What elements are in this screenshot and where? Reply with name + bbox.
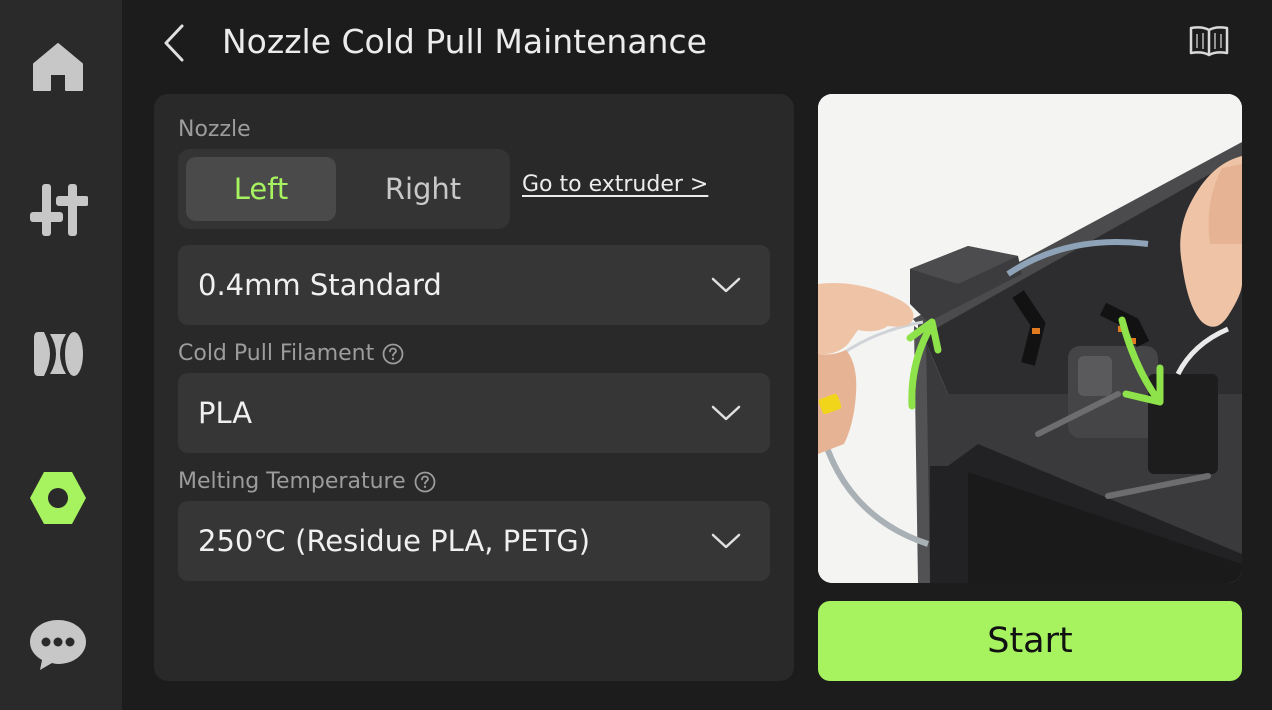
page-title: Nozzle Cold Pull Maintenance xyxy=(222,22,707,61)
nozzle-right-option[interactable]: Right xyxy=(344,157,502,221)
controls-icon xyxy=(30,184,88,236)
book-icon xyxy=(1189,26,1229,57)
melting-temperature-value: 250℃ (Residue PLA, PETG) xyxy=(198,524,591,558)
chevron-down-icon xyxy=(711,277,741,293)
nozzle-type-value: 0.4mm Standard xyxy=(198,268,442,302)
nozzle-left-option[interactable]: Left xyxy=(186,157,336,221)
cold-pull-filament-label: Cold Pull Filament xyxy=(178,340,404,368)
manual-button[interactable] xyxy=(1180,16,1238,66)
cold-pull-filament-value: PLA xyxy=(198,396,253,430)
chat-icon xyxy=(30,620,86,670)
back-button[interactable] xyxy=(150,18,198,68)
sidebar-item-messages[interactable] xyxy=(20,606,96,682)
nozzle-type-dropdown[interactable]: 0.4mm Standard xyxy=(178,245,770,325)
sidebar-item-maintenance[interactable] xyxy=(20,460,96,536)
start-button[interactable]: Start xyxy=(818,601,1242,681)
settings-nut-icon xyxy=(30,472,86,524)
cold-pull-filament-dropdown[interactable]: PLA xyxy=(178,373,770,453)
help-icon[interactable] xyxy=(414,471,436,493)
help-icon[interactable] xyxy=(382,343,404,365)
go-to-extruder-link[interactable]: Go to extruder > xyxy=(522,172,708,197)
cold-pull-filament-label-text: Cold Pull Filament xyxy=(178,341,375,366)
sidebar-item-controls[interactable] xyxy=(20,172,96,248)
chevron-down-icon xyxy=(711,405,741,421)
nozzle-label: Nozzle xyxy=(178,117,251,142)
cold-pull-illustration xyxy=(818,94,1242,583)
sidebar xyxy=(0,0,122,710)
chevron-down-icon xyxy=(711,533,741,549)
melting-temperature-label-text: Melting Temperature xyxy=(178,469,406,494)
nozzle-selector: Left Right xyxy=(178,149,510,229)
home-icon xyxy=(33,43,83,91)
sidebar-item-filament[interactable] xyxy=(20,316,96,392)
melting-temperature-label: Melting Temperature xyxy=(178,468,436,496)
melting-temperature-dropdown[interactable]: 250℃ (Residue PLA, PETG) xyxy=(178,501,770,581)
printer-illustration-image xyxy=(818,94,1242,583)
settings-panel: Nozzle Left Right Go to extruder > 0.4mm… xyxy=(154,94,794,681)
chevron-left-icon xyxy=(164,24,184,62)
filament-icon xyxy=(34,332,83,376)
sidebar-item-home[interactable] xyxy=(20,28,96,104)
